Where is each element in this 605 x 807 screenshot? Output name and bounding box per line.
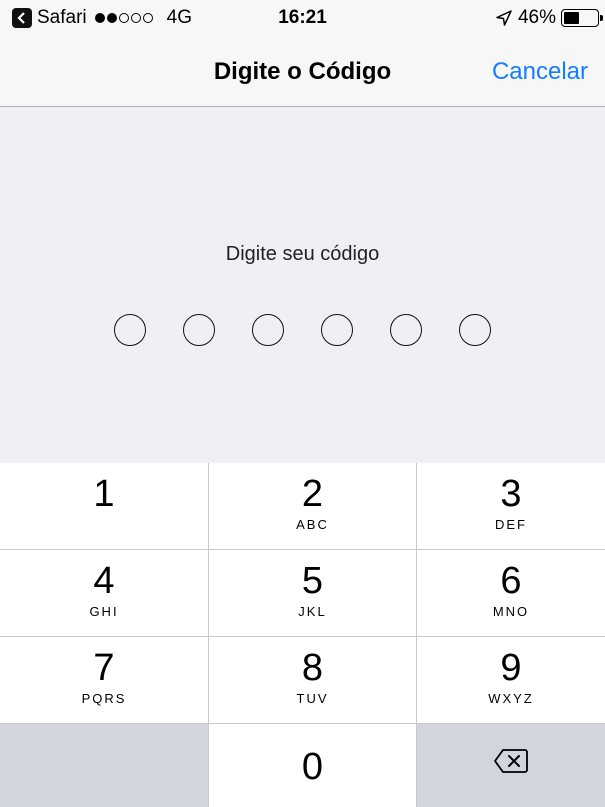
- passcode-dot: [459, 314, 491, 346]
- key-0[interactable]: 0: [209, 724, 416, 807]
- key-digit: 4: [93, 560, 115, 602]
- location-arrow-icon: [496, 10, 512, 26]
- key-digit: 3: [500, 473, 522, 515]
- signal-dot: [94, 13, 105, 23]
- signal-dot: [142, 13, 153, 23]
- keypad-divider: [0, 723, 605, 724]
- key-letters: GHI: [89, 604, 119, 619]
- cancel-button[interactable]: Cancelar: [492, 58, 588, 86]
- passcode-dot: [114, 314, 146, 346]
- delete-button[interactable]: [417, 724, 605, 807]
- key-4[interactable]: 4 GHI: [0, 550, 208, 636]
- passcode-dot: [321, 314, 353, 346]
- battery-percent: 46%: [517, 7, 556, 28]
- keypad-divider: [0, 636, 605, 637]
- passcode-dot: [183, 314, 215, 346]
- key-7[interactable]: 7 PQRS: [0, 637, 208, 723]
- back-to-app-icon[interactable]: [12, 8, 32, 28]
- key-digit: 1: [93, 473, 115, 515]
- status-left: Safari 4G: [12, 7, 192, 29]
- passcode-dots: [0, 314, 605, 348]
- key-3[interactable]: 3 DEF: [417, 463, 605, 549]
- signal-dot: [130, 13, 141, 23]
- key-digit: 8: [301, 647, 324, 689]
- key-letters: MNO: [492, 604, 530, 619]
- signal-dot: [118, 13, 129, 23]
- signal-strength-icon: [94, 13, 155, 23]
- key-digit: 7: [93, 647, 115, 689]
- key-1[interactable]: 1: [0, 463, 208, 549]
- battery-icon: [561, 9, 603, 27]
- key-digit: 0: [301, 746, 324, 788]
- keypad-divider: [0, 549, 605, 550]
- status-right: 46%: [494, 7, 603, 29]
- battery-fill: [564, 12, 579, 24]
- navigation-bar: Digite o Código Cancelar: [0, 40, 605, 107]
- numeric-keypad: 1 2 ABC 3 DEF 4 GHI 5 JKL 6 MNO 7 PQRS 8…: [0, 463, 605, 807]
- network-type: 4G: [166, 7, 192, 28]
- key-letters: ABC: [296, 517, 329, 532]
- empty-key: [0, 724, 208, 807]
- passcode-dot: [252, 314, 284, 346]
- key-2[interactable]: 2 ABC: [209, 463, 416, 549]
- key-letters: JKL: [298, 604, 327, 619]
- key-6[interactable]: 6 MNO: [417, 550, 605, 636]
- status-bar: Safari 4G 16:21 46%: [0, 0, 605, 40]
- key-letters: DEF: [495, 517, 527, 532]
- key-digit: 9: [500, 647, 522, 689]
- key-5[interactable]: 5 JKL: [209, 550, 416, 636]
- key-8[interactable]: 8 TUV: [209, 637, 416, 723]
- key-letters: TUV: [296, 691, 329, 706]
- keypad-divider: [208, 463, 209, 807]
- keypad-divider: [416, 463, 417, 807]
- key-9[interactable]: 9 WXYZ: [417, 637, 605, 723]
- key-letters: WXYZ: [488, 691, 534, 706]
- signal-dot: [106, 13, 117, 23]
- key-digit: 5: [301, 560, 324, 602]
- key-digit: 6: [500, 560, 522, 602]
- key-letters: PQRS: [81, 691, 127, 706]
- key-digit: 2: [301, 473, 324, 515]
- backspace-icon: [494, 749, 528, 773]
- passcode-dot: [390, 314, 422, 346]
- battery-tip: [600, 15, 603, 21]
- back-to-app-label[interactable]: Safari: [37, 7, 87, 29]
- passcode-prompt: Digite seu código: [225, 243, 380, 265]
